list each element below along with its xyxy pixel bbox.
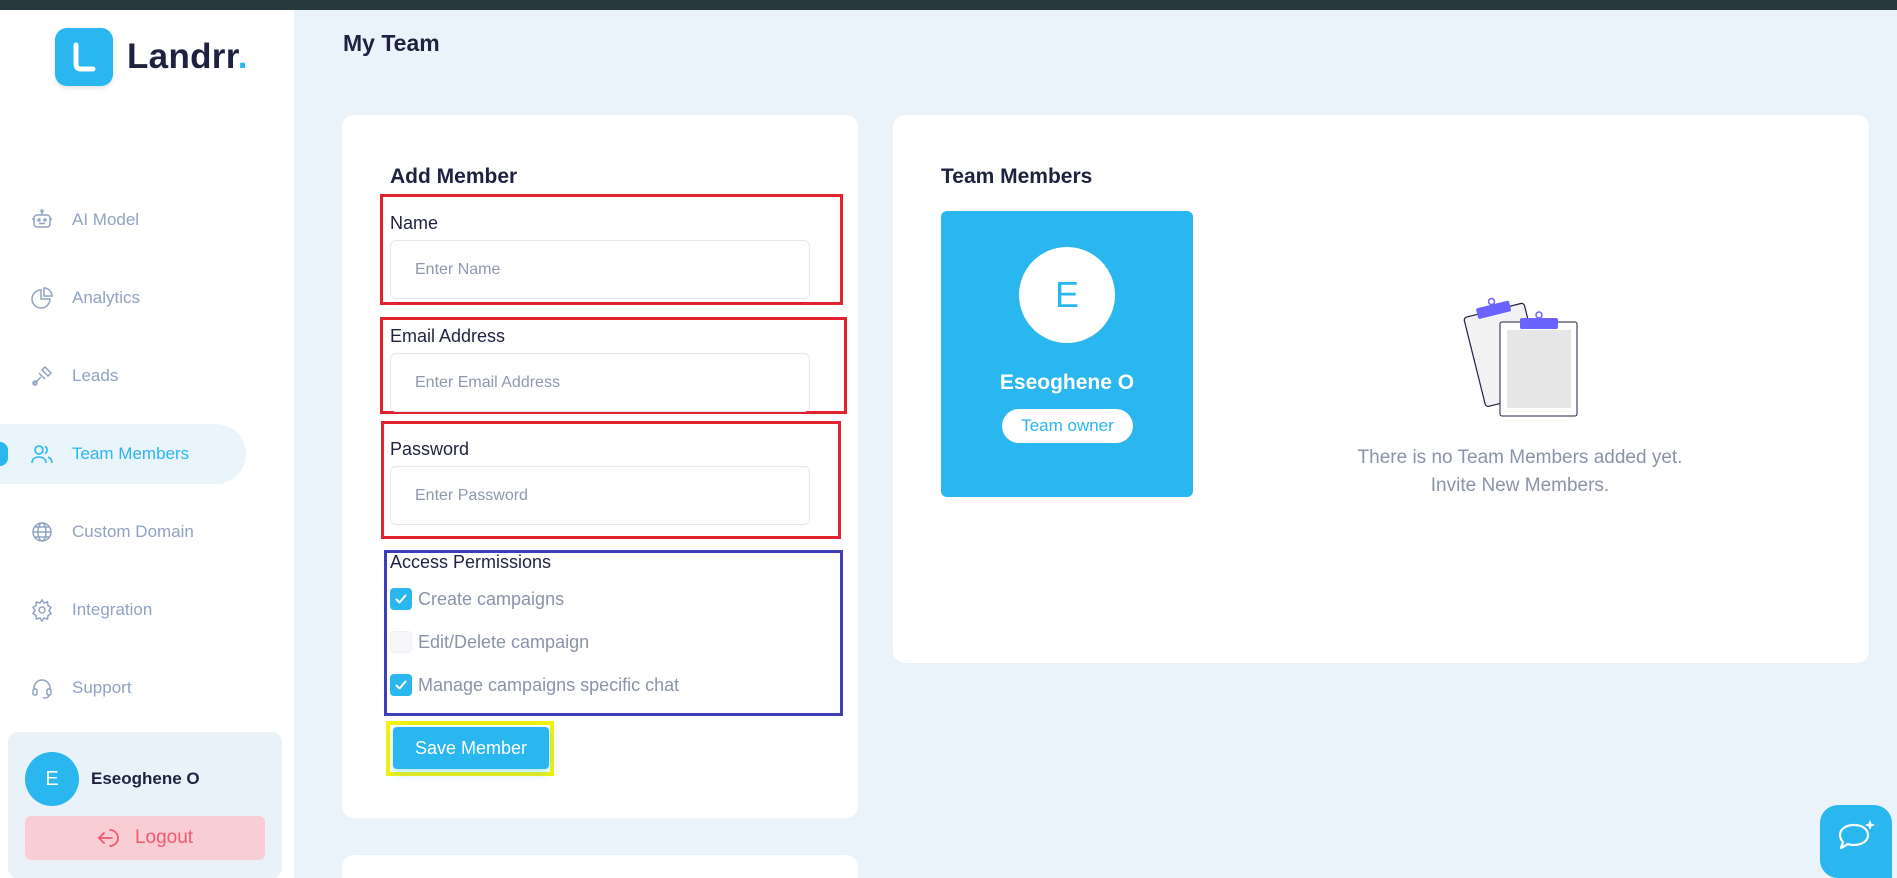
avatar[interactable]: E — [25, 752, 79, 806]
sidebar-item-team-members[interactable]: Team Members — [0, 424, 246, 484]
permission-label: Manage campaigns specific chat — [418, 674, 680, 695]
sidebar-item-label: Team Members — [72, 444, 190, 463]
sidebar-item-analytics[interactable]: Analytics — [0, 268, 246, 328]
logout-label: Logout — [134, 827, 194, 848]
user-name: Eseoghene O — [91, 769, 200, 788]
sidebar-item-ai-model[interactable]: AI Model — [0, 190, 246, 250]
name-input[interactable] — [390, 240, 810, 299]
robot-icon — [28, 206, 56, 234]
permissions-title: Access Permissions — [390, 552, 552, 572]
permission-label: Create campaigns — [418, 588, 565, 609]
add-member-title: Add Member — [390, 165, 518, 188]
page-title: My Team — [343, 30, 440, 56]
permission-label: Edit/Delete campaign — [418, 631, 590, 652]
sidebar: Landrr. AI Model Analytics Leads Team Me… — [0, 10, 294, 878]
permission-create-campaigns[interactable]: Create campaigns — [390, 588, 564, 610]
chat-support-button[interactable] — [1820, 805, 1892, 878]
user-card: E Eseoghene O Logout — [8, 732, 282, 878]
clipboard-icon — [1455, 292, 1585, 423]
member-tile[interactable]: E Eseoghene O Team owner — [941, 211, 1193, 497]
app-logo[interactable]: Landrr. — [55, 28, 248, 86]
name-label: Name — [390, 213, 439, 233]
password-label: Password — [390, 439, 470, 459]
sidebar-item-support[interactable]: Support — [0, 658, 246, 718]
headset-icon — [28, 674, 56, 702]
secondary-card — [342, 855, 858, 878]
empty-state-line-1: There is no Team Members added yet. — [1357, 447, 1683, 468]
logo-text: Landrr. — [127, 37, 248, 76]
sidebar-item-label: Support — [72, 678, 132, 697]
sidebar-item-custom-domain[interactable]: Custom Domain — [0, 502, 246, 562]
globe-icon — [28, 518, 56, 546]
logout-button[interactable]: Logout — [25, 816, 265, 860]
email-label: Email Address — [390, 326, 506, 346]
checkbox-checked-icon[interactable] — [390, 674, 412, 696]
member-role-badge: Team owner — [1002, 409, 1133, 443]
permission-manage-campaigns-chat[interactable]: Manage campaigns specific chat — [390, 674, 679, 696]
gear-icon — [28, 596, 56, 624]
chat-bubble-icon — [1834, 819, 1878, 864]
empty-state-line-2: Invite New Members. — [1430, 475, 1610, 496]
logout-icon — [97, 827, 121, 849]
sidebar-item-label: Analytics — [72, 288, 141, 307]
leads-icon — [28, 362, 56, 390]
member-name: Eseoghene O — [999, 371, 1135, 394]
sidebar-item-label: Custom Domain — [72, 522, 194, 541]
checkbox-checked-icon[interactable] — [390, 588, 412, 610]
sidebar-item-label: AI Model — [72, 210, 140, 229]
save-member-button[interactable]: Save Member — [393, 727, 549, 769]
sidebar-item-leads[interactable]: Leads — [0, 346, 246, 406]
checkbox-unchecked-icon[interactable] — [390, 631, 412, 653]
users-icon — [28, 440, 56, 468]
team-members-title: Team Members — [941, 165, 1093, 188]
logo-mark-icon — [55, 28, 113, 86]
sidebar-item-integration[interactable]: Integration — [0, 580, 246, 640]
sidebar-item-label: Leads — [72, 366, 119, 385]
window-top-bar — [0, 0, 1897, 10]
member-avatar: E — [1019, 247, 1115, 343]
email-input[interactable] — [390, 353, 810, 412]
sidebar-item-label: Integration — [72, 600, 153, 619]
permission-edit-delete-campaign[interactable]: Edit/Delete campaign — [390, 631, 589, 653]
pie-chart-icon — [28, 284, 56, 312]
password-input[interactable] — [390, 466, 810, 525]
